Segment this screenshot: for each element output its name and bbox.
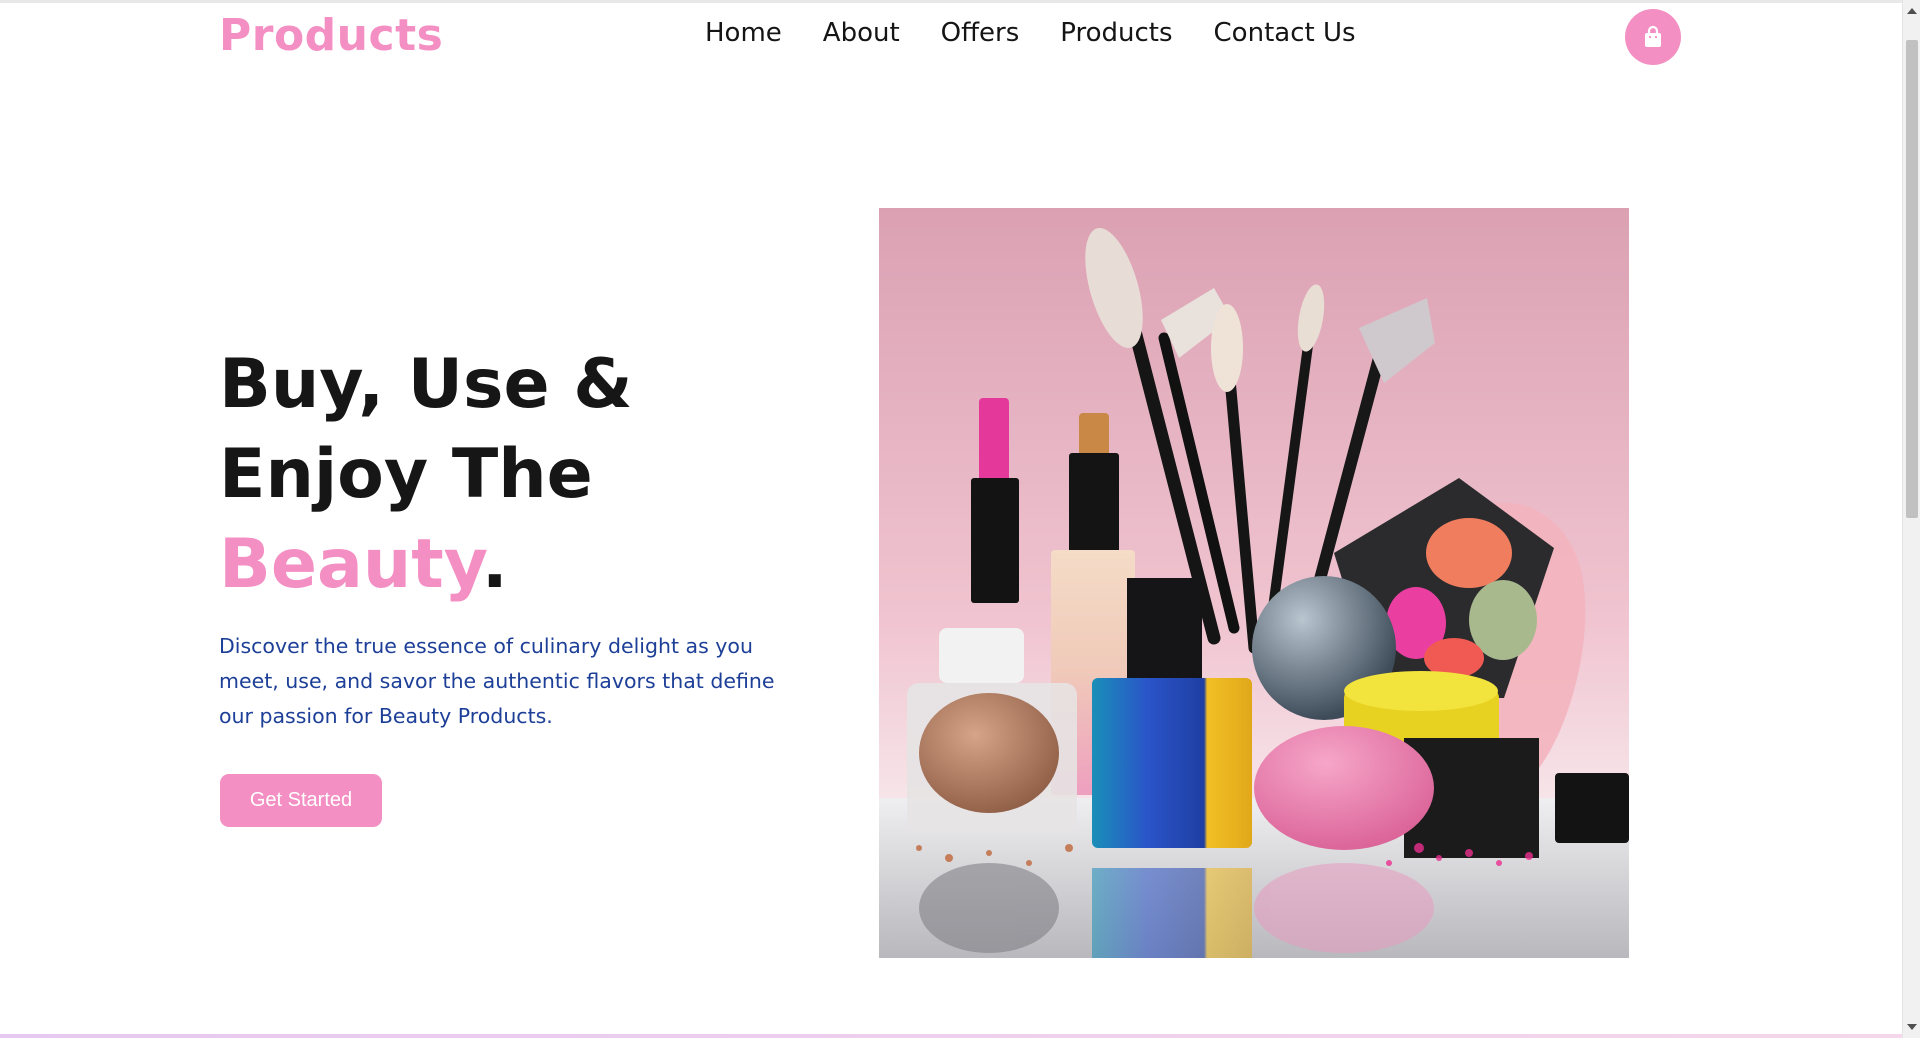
hero-title-line1: Buy, Use & xyxy=(219,345,633,424)
nav-about[interactable]: About xyxy=(823,18,900,48)
hero-title-period: . xyxy=(481,525,508,604)
main-nav: Home About Offers Products Contact Us xyxy=(705,18,1356,48)
nav-home[interactable]: Home xyxy=(705,18,782,48)
page-scrollbar[interactable] xyxy=(1902,0,1920,1038)
hero-title-line2: Enjoy The xyxy=(219,435,593,514)
bottom-divider xyxy=(0,1034,1902,1038)
nav-products[interactable]: Products xyxy=(1060,18,1172,48)
shopping-bag-icon xyxy=(1645,25,1661,47)
nav-offers[interactable]: Offers xyxy=(941,18,1020,48)
scroll-down-icon[interactable] xyxy=(1907,1024,1917,1030)
get-started-button[interactable]: Get Started xyxy=(220,774,382,827)
brand-logo[interactable]: Products xyxy=(219,10,443,61)
top-divider xyxy=(0,0,1902,3)
hero-product-image xyxy=(879,208,1629,958)
cart-button[interactable] xyxy=(1625,9,1681,65)
scrollbar-thumb[interactable] xyxy=(1906,40,1918,518)
hero-description: Discover the true essence of culinary de… xyxy=(219,634,775,728)
nav-contact-us[interactable]: Contact Us xyxy=(1214,18,1356,48)
hero-title: Buy, Use & Enjoy The Beauty. xyxy=(219,340,633,610)
scroll-up-icon[interactable] xyxy=(1907,8,1917,14)
hero-title-accent: Beauty xyxy=(219,525,482,604)
